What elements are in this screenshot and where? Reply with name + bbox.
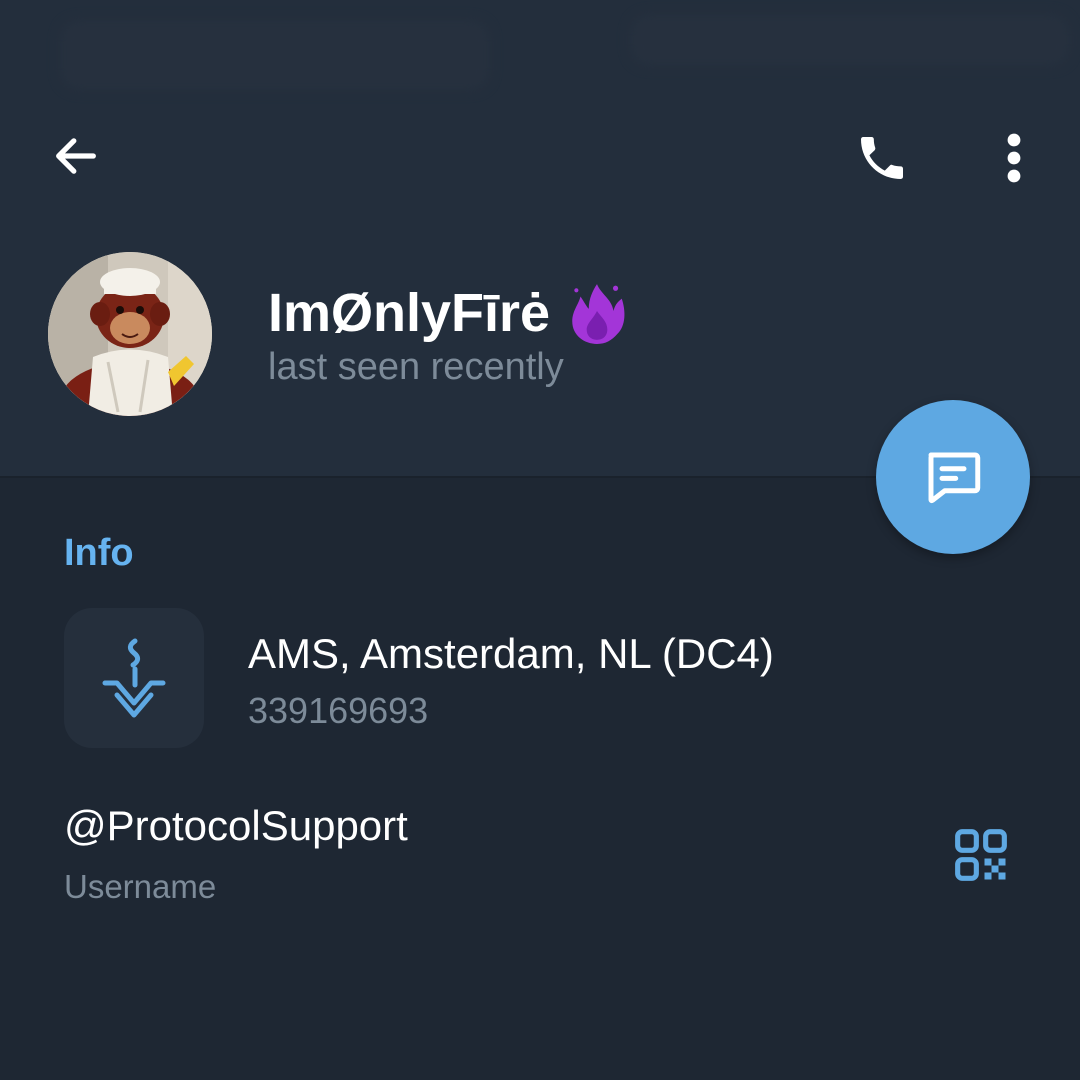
profile-name: ImØnlyFīrė [268,283,551,343]
profile-avatar[interactable] [48,252,212,416]
username-value: @ProtocolSupport [64,802,408,849]
message-icon [928,452,981,504]
back-button[interactable] [38,118,114,194]
last-seen-status: last seen recently [268,346,564,388]
send-message-button[interactable] [876,400,1030,554]
more-options-button[interactable] [984,118,1044,198]
call-button[interactable] [842,118,922,198]
datacenter-icon-box [64,608,204,748]
profile-name-row: ImØnlyFīrė [268,278,630,348]
datacenter-icon [102,638,166,718]
blurred-block [630,14,1070,66]
monkey-chef-avatar [48,252,212,416]
username-label: Username [64,868,217,905]
qr-code-icon [955,829,1007,881]
arrow-left-icon [56,138,96,174]
info-section-title: Info [64,532,134,574]
profile-screen: ImØnlyFīrė last seen recently Info AMS, … [0,0,1080,1080]
more-vertical-icon [1007,133,1021,183]
username-row[interactable]: @ProtocolSupport Username [0,780,1080,920]
blurred-block [60,20,490,90]
phone-icon [861,137,903,179]
user-id[interactable]: 339169693 [248,690,428,732]
blurred-status-bar [0,0,1080,96]
purple-fire-icon [572,284,625,344]
profile-header: ImØnlyFīrė last seen recently [0,0,1080,476]
qr-code-button[interactable] [946,820,1016,890]
datacenter-location: AMS, Amsterdam, NL (DC4) [248,630,774,677]
